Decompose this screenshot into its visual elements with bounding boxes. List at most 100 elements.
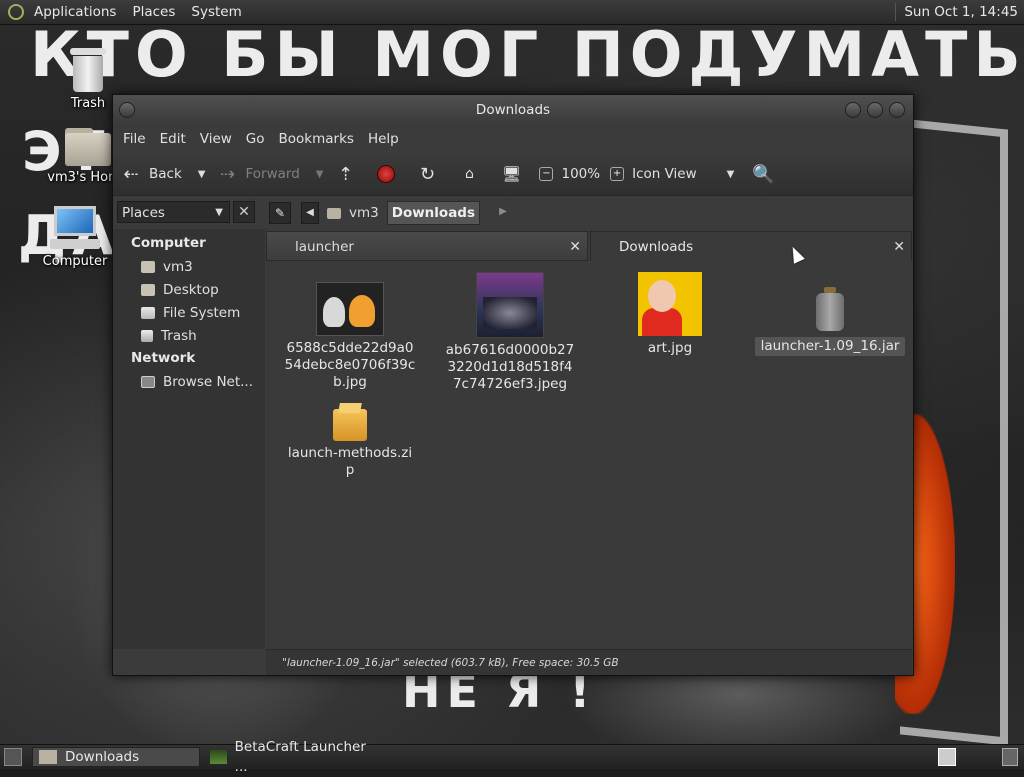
- breadcrumb-label: vm3: [349, 205, 379, 221]
- home-button[interactable]: ⌂: [459, 166, 491, 182]
- computer-button[interactable]: 🖥: [501, 165, 529, 183]
- file-item[interactable]: 6588c5dde22d9a054debc8e0706f39cb.jpg: [270, 282, 430, 391]
- close-button[interactable]: [889, 102, 905, 118]
- menu-bookmarks[interactable]: Bookmarks: [273, 131, 360, 147]
- trash-applet-icon[interactable]: [1002, 748, 1018, 766]
- file-item[interactable]: launch-methods.zip: [270, 403, 430, 479]
- zoom-out-button[interactable]: −: [539, 167, 554, 181]
- forward-label: Forward: [245, 166, 300, 182]
- top-panel: Applications Places System Sun Oct 1, 14…: [0, 0, 1024, 25]
- file-name: ab67616d0000b273220d1d18d518f47c74726ef3…: [445, 342, 575, 392]
- search-button[interactable]: 🔍: [752, 164, 780, 185]
- file-name: launch-methods.zip: [287, 445, 413, 478]
- file-item-selected[interactable]: launcher-1.09_16.jar: [750, 287, 910, 356]
- file-item[interactable]: ab67616d0000b273220d1d18d518f47c74726ef3…: [430, 272, 590, 393]
- image-thumbnail: [316, 282, 384, 336]
- view-mode-dropdown-arrow[interactable]: ▼: [727, 169, 735, 180]
- menu-places[interactable]: Places: [126, 0, 181, 24]
- toolbar: ⇠ Back ▼ ⇢ Forward ▼ ⇡ ↻ ⌂ 🖥 − 100% + Ic…: [113, 153, 913, 196]
- jar-file-icon: [814, 287, 846, 333]
- breadcrumb-home[interactable]: vm3: [323, 202, 383, 224]
- sidebar-heading-computer: Computer: [131, 235, 206, 251]
- back-arrow-icon: ⇠: [123, 163, 139, 185]
- bottom-panel: Downloads BetaCraft Launcher ...: [0, 739, 1024, 775]
- tab-launcher[interactable]: launcher ✕: [266, 231, 588, 261]
- file-name: art.jpg: [647, 340, 693, 356]
- back-button[interactable]: ⇠ Back: [121, 163, 181, 185]
- path-scroll-right-button[interactable]: ▶: [494, 202, 512, 224]
- desktop-icon-computer[interactable]: Computer: [30, 206, 120, 269]
- sidebar-item-browse-network[interactable]: Browse Net...: [113, 370, 265, 393]
- file-icon-grid: 6588c5dde22d9a054debc8e0706f39cb.jpg ab6…: [266, 263, 912, 649]
- wallpaper-text: КТО БЫ МОГ ПОДУМАТЬ, ЧТО Я -: [30, 24, 1024, 91]
- home-folder-icon: [141, 260, 155, 273]
- trash-icon: [141, 329, 153, 342]
- window-titlebar[interactable]: Downloads: [113, 95, 913, 125]
- breadcrumb: ✎ ◀ vm3 Downloads ▶: [269, 201, 516, 225]
- menu-view[interactable]: View: [194, 131, 238, 147]
- maximize-button[interactable]: [867, 102, 883, 118]
- sidebar-item-vm3[interactable]: vm3: [113, 255, 265, 278]
- sidebar-item-label: Browse Net...: [163, 373, 254, 390]
- file-item[interactable]: art.jpg: [590, 272, 750, 357]
- computer-icon: [50, 206, 100, 250]
- betacraft-app-icon: [210, 750, 227, 764]
- sidebar-type-select[interactable]: Places ▼: [117, 201, 230, 223]
- home-icon: ⌂: [465, 166, 474, 182]
- tab-label: Downloads: [619, 239, 694, 255]
- taskbar-item-downloads[interactable]: Downloads: [32, 747, 200, 767]
- menubar: File Edit View Go Bookmarks Help: [113, 125, 913, 153]
- close-tab-icon[interactable]: ✕: [893, 232, 905, 262]
- location-bar: Places ▼ ✕ ✎ ◀ vm3 Downloads ▶: [113, 196, 913, 230]
- forward-history-dropdown[interactable]: ▼: [316, 169, 324, 180]
- view-mode-select[interactable]: Icon View: [632, 166, 697, 182]
- clock[interactable]: Sun Oct 1, 14:45: [904, 4, 1024, 20]
- back-history-dropdown[interactable]: ▼: [198, 169, 206, 180]
- stop-icon[interactable]: [377, 165, 396, 183]
- close-sidebar-button[interactable]: ✕: [233, 201, 255, 223]
- tab-downloads[interactable]: Downloads ✕: [590, 231, 912, 261]
- sidebar-item-trash[interactable]: Trash: [113, 324, 265, 347]
- forward-button[interactable]: ⇢ Forward: [217, 163, 300, 185]
- path-scroll-left-button[interactable]: ◀: [301, 202, 319, 224]
- minimize-button[interactable]: [845, 102, 861, 118]
- panel-separator: [895, 3, 897, 21]
- file-name: launcher-1.09_16.jar: [754, 337, 906, 356]
- menu-file[interactable]: File: [117, 131, 152, 147]
- show-desktop-button[interactable]: [4, 748, 22, 766]
- forward-arrow-icon: ⇢: [219, 163, 236, 185]
- trash-icon: [70, 48, 106, 92]
- window-title: Downloads: [475, 102, 551, 118]
- sidebar-heading-network: Network: [131, 350, 196, 366]
- menu-edit[interactable]: Edit: [154, 131, 192, 147]
- computer-icon: 🖥: [501, 165, 521, 183]
- edit-location-button[interactable]: ✎: [269, 202, 291, 224]
- desktop-folder-icon: [141, 283, 155, 296]
- file-name: 6588c5dde22d9a054debc8e0706f39cb.jpg: [284, 340, 416, 390]
- distro-logo-icon[interactable]: [8, 4, 24, 20]
- menu-go[interactable]: Go: [240, 131, 271, 147]
- up-button[interactable]: ⇡: [335, 164, 367, 185]
- sidebar-item-file-system[interactable]: File System: [113, 301, 265, 324]
- menu-help[interactable]: Help: [362, 131, 405, 147]
- chevron-down-icon: ▼: [215, 207, 223, 218]
- workspace-switcher[interactable]: [938, 748, 956, 766]
- taskbar-item-label: Downloads: [65, 749, 140, 765]
- file-view: launcher ✕ Downloads ✕ 6588c5dde22d9a054…: [266, 229, 912, 649]
- close-tab-icon[interactable]: ✕: [569, 232, 581, 262]
- reload-button[interactable]: ↻: [417, 164, 449, 185]
- taskbar-item-label: BetaCraft Launcher ...: [234, 739, 366, 775]
- up-arrow-icon: ⇡: [337, 163, 354, 185]
- sidebar-item-desktop[interactable]: Desktop: [113, 278, 265, 301]
- home-folder-icon: [65, 128, 111, 166]
- window-menu-button[interactable]: [119, 102, 135, 118]
- breadcrumb-downloads[interactable]: Downloads: [386, 201, 481, 225]
- taskbar-item-betacraft[interactable]: BetaCraft Launcher ...: [204, 739, 372, 775]
- menu-applications[interactable]: Applications: [28, 0, 122, 24]
- network-icon: [141, 375, 155, 388]
- image-thumbnail: [638, 272, 702, 336]
- sidebar-type-label: Places: [122, 205, 165, 221]
- sidebar-item-label: Trash: [161, 327, 197, 344]
- menu-system[interactable]: System: [185, 0, 247, 24]
- zoom-in-button[interactable]: +: [610, 167, 625, 181]
